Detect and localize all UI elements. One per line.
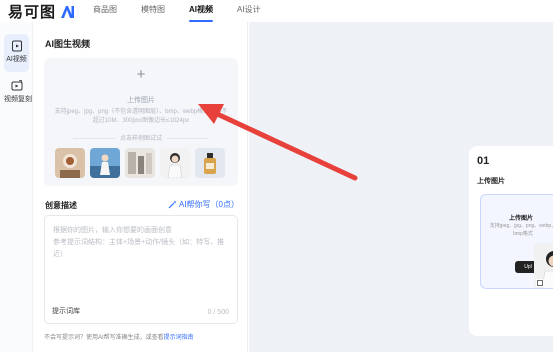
nav-item-ai-design[interactable]: AI设计	[225, 0, 273, 22]
logo-text: 易可图	[8, 3, 57, 21]
image-upload-area[interactable]: + 上传图片 支持jpeg、jpg、png（不包含透明图层）、bmp、webp格…	[44, 58, 238, 186]
top-navbar: 易可图 商品图 模特图 AI视频 AI设计	[0, 0, 553, 22]
rail-item-ai-video[interactable]: AI视频	[0, 34, 33, 72]
example-thumb-4[interactable]	[160, 148, 190, 178]
magic-wand-icon	[168, 200, 177, 209]
example-image-1	[55, 148, 85, 178]
step-number: 01	[477, 155, 490, 167]
ai-write-label: AI帮你写（0点）	[178, 200, 239, 209]
panel-title: AI图生视频	[45, 39, 91, 49]
example-image-2	[90, 148, 120, 178]
prompt-library-button[interactable]: 提示词库	[52, 306, 80, 316]
nav-item-ai-video[interactable]: AI视频	[177, 0, 225, 22]
plus-icon: +	[136, 66, 146, 83]
description-title: 创意描述	[45, 201, 77, 210]
video-copy-icon	[11, 80, 22, 91]
upload-label: 上传图片	[127, 97, 155, 104]
mini-photo-image	[534, 243, 553, 288]
mini-upload-title: 上传图片	[508, 216, 533, 222]
rail-item-wrap: 视频复刻	[4, 74, 32, 112]
example-thumb-3[interactable]	[125, 148, 155, 178]
step-label: 上传图片	[477, 178, 505, 185]
examples-title: 点击样例图试试	[44, 133, 238, 142]
upload-hint: 支持jpeg、jpg、png（不包含透明图层）、bmp、webp格式大小不超过1…	[54, 109, 228, 124]
video-doc-icon	[11, 40, 22, 52]
step-card-upload: 01 上传图片 上传图片 支持jpeg、jpg、png、webp、bmp格式 U…	[469, 146, 553, 336]
mini-example-photo	[534, 243, 553, 288]
ai-write-button[interactable]: AI帮你写（0点）	[168, 199, 239, 210]
examples-title-text: 点击样例图试试	[119, 136, 162, 142]
rail-item-label: AI视频	[6, 56, 27, 63]
example-thumbnails	[55, 148, 225, 178]
footer-note: 不会写提示词？使用AI帮写准确生成，或查看提示词指南	[44, 332, 194, 341]
main-nav: 商品图 模特图 AI视频 AI设计	[93, 0, 273, 22]
description-textarea[interactable]: 根据你的图片，输入你想要的画面创意 参考提示词结构：主体+场景+动作/镜头（如：…	[44, 215, 238, 324]
mini-upload-hint: 支持jpeg、jpg、png、webp、bmp格式	[489, 223, 553, 237]
left-rail: AI视频 视频复刻	[0, 22, 33, 352]
description-placeholder: 根据你的图片，输入你想要的画面创意 参考提示词结构：主体+场景+动作/镜头（如：…	[53, 227, 225, 258]
prompt-guide-link[interactable]: 提示词指南	[164, 335, 194, 341]
nav-item-product-image[interactable]: 商品图	[93, 0, 129, 22]
mini-upload-area[interactable]: 上传图片 支持jpeg、jpg、png、webp、bmp格式 Upl	[480, 194, 553, 289]
example-thumb-2[interactable]	[90, 148, 120, 178]
settings-panel: AI图生视频 + 上传图片 支持jpeg、jpg、png（不包含透明图层）、bm…	[33, 22, 248, 352]
example-thumb-5[interactable]	[195, 148, 225, 178]
rail-item-highlight: AI视频	[4, 34, 29, 72]
preview-canvas: 01 上传图片 上传图片 支持jpeg、jpg、png、webp、bmp格式 U…	[249, 22, 553, 352]
example-thumb-1[interactable]	[55, 148, 85, 178]
ai-logo-icon	[61, 5, 75, 18]
rail-item-label: 视频复刻	[4, 96, 32, 103]
rail-item-video-copy[interactable]: 视频复刻	[0, 74, 33, 112]
nav-item-model-image[interactable]: 模特图	[129, 0, 177, 22]
example-image-3	[125, 148, 155, 178]
char-counter: 0 / 500	[207, 309, 229, 316]
app-logo[interactable]: 易可图	[8, 1, 75, 22]
example-image-5	[195, 148, 225, 178]
example-image-4	[160, 148, 190, 178]
footer-text: 不会写提示词？使用AI帮写准确生成，或查看	[44, 335, 164, 341]
